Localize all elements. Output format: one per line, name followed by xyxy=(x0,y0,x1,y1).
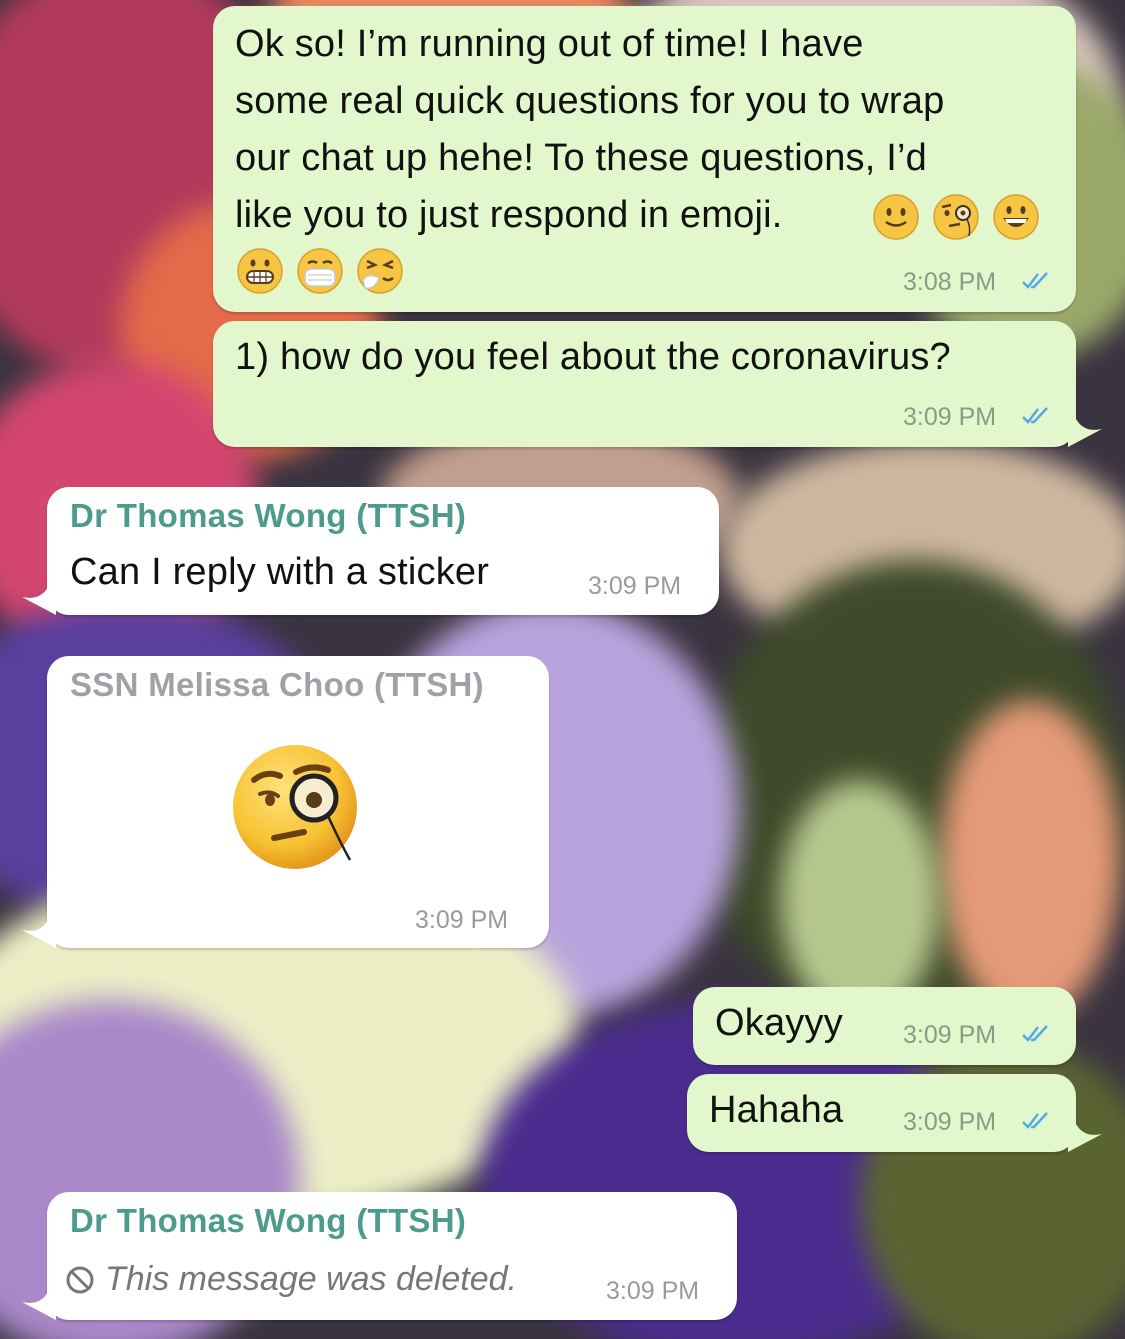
face-with-monocle-sticker[interactable] xyxy=(230,742,370,882)
sender-name[interactable]: Dr Thomas Wong (TTSH) xyxy=(70,497,466,535)
grimacing-face-icon xyxy=(237,248,283,294)
sneezing-face-icon xyxy=(357,248,403,294)
message-text: 1) how do you feel about the coronavirus… xyxy=(235,336,951,378)
incoming-message-bubble[interactable]: SSN Melissa Choo (TTSH) 3:09 PM xyxy=(47,656,549,948)
message-timestamp: 3:08 PM xyxy=(903,268,997,296)
message-timestamp: 3:09 PM xyxy=(903,403,997,431)
bubble-tail xyxy=(1068,1124,1102,1152)
bubble-tail xyxy=(1068,419,1102,447)
outgoing-message-bubble[interactable]: Ok so! I’m running out of time! I have s… xyxy=(213,6,1076,312)
deleted-message-text: This message was deleted. xyxy=(105,1260,517,1298)
outgoing-message-bubble[interactable]: Hahaha 3:09 PM xyxy=(687,1074,1076,1152)
message-text: Okayyy xyxy=(715,1002,843,1044)
face-with-medical-mask-icon xyxy=(297,248,343,294)
message-text: Can I reply with a sticker xyxy=(70,551,490,593)
message-text-line: Ok so! I’m running out of time! I have xyxy=(235,23,864,65)
prohibited-icon xyxy=(66,1266,94,1294)
sender-name[interactable]: Dr Thomas Wong (TTSH) xyxy=(70,1202,466,1240)
message-timestamp: 3:09 PM xyxy=(903,1108,997,1136)
slightly-smiling-face-icon xyxy=(873,194,919,240)
emoji-group xyxy=(235,246,405,296)
message-text-line: some real quick questions for you to wra… xyxy=(235,80,945,122)
read-receipt-icon xyxy=(1022,1112,1048,1129)
sender-name[interactable]: SSN Melissa Choo (TTSH) xyxy=(70,666,484,704)
incoming-message-bubble[interactable]: Dr Thomas Wong (TTSH) This message was d… xyxy=(47,1192,737,1320)
emoji-group xyxy=(871,192,1041,242)
message-timestamp: 3:09 PM xyxy=(606,1277,700,1305)
bubble-tail xyxy=(22,587,56,615)
incoming-message-bubble[interactable]: Dr Thomas Wong (TTSH) Can I reply with a… xyxy=(47,487,719,615)
grinning-face-with-big-eyes-icon xyxy=(993,194,1039,240)
face-with-monocle-icon xyxy=(933,194,979,240)
message-text-line: our chat up hehe! To these questions, I’… xyxy=(235,137,927,179)
read-receipt-icon xyxy=(1022,272,1048,289)
message-timestamp: 3:09 PM xyxy=(903,1021,997,1049)
outgoing-message-bubble[interactable]: 1) how do you feel about the coronavirus… xyxy=(213,321,1076,447)
read-receipt-icon xyxy=(1022,407,1048,424)
message-timestamp: 3:09 PM xyxy=(415,906,509,934)
outgoing-message-bubble[interactable]: Okayyy 3:09 PM xyxy=(693,987,1076,1065)
message-text-line: like you to just respond in emoji. xyxy=(235,194,783,236)
message-text: Hahaha xyxy=(709,1089,844,1131)
read-receipt-icon xyxy=(1022,1025,1048,1042)
bubble-tail xyxy=(22,920,56,948)
bubble-tail xyxy=(22,1292,56,1320)
message-timestamp: 3:09 PM xyxy=(588,572,682,600)
